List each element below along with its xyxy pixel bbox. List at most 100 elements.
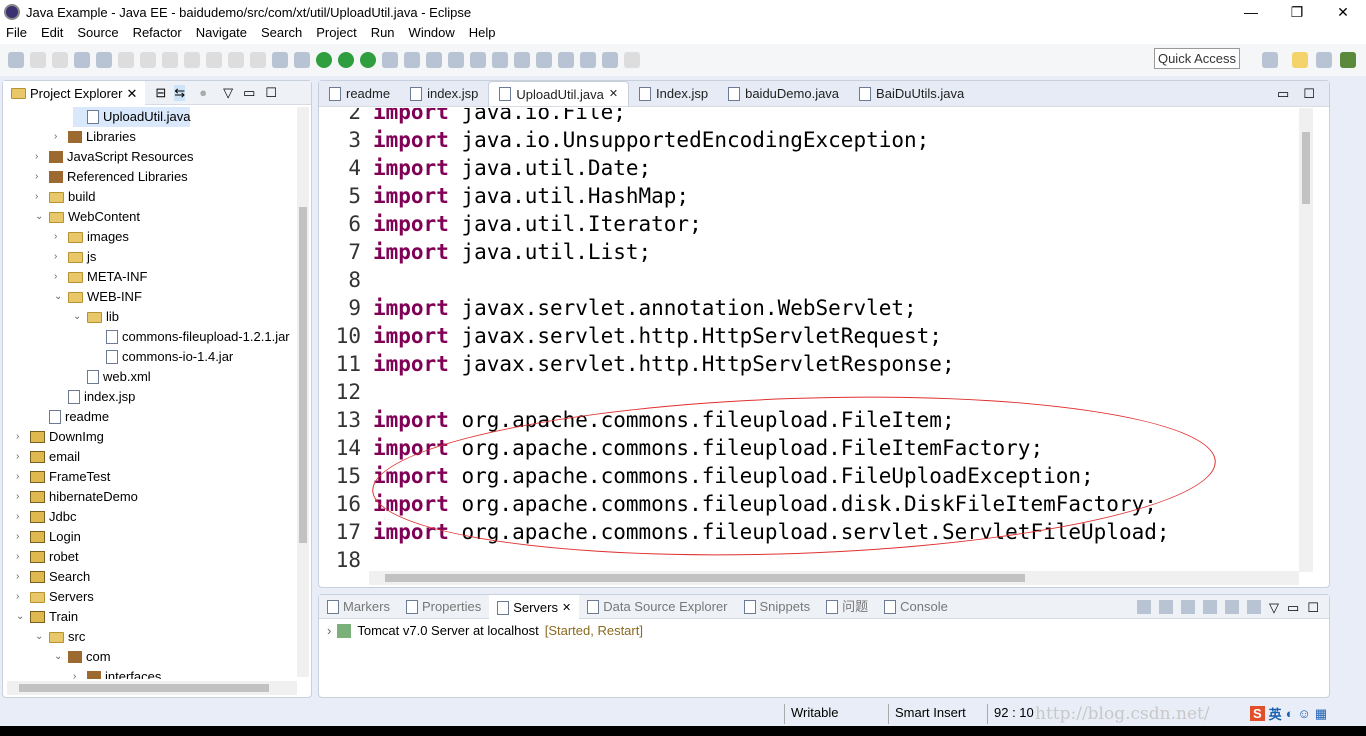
expand-chevron-icon[interactable]: › [16, 527, 26, 547]
expand-chevron-icon[interactable]: › [54, 227, 64, 247]
expand-chevron-icon[interactable]: › [73, 667, 83, 679]
expand-chevron-icon[interactable]: › [16, 507, 26, 527]
tab-console[interactable]: Console [876, 595, 956, 619]
menu-source[interactable]: Source [77, 24, 118, 44]
moon-icon[interactable]: ◐ [1286, 706, 1294, 721]
maximize-editor-icon[interactable]: ☐ [1303, 86, 1315, 102]
minimize-view-icon[interactable]: ▭ [1287, 600, 1299, 615]
menu-help[interactable]: Help [469, 24, 496, 44]
minimize-button[interactable]: — [1228, 0, 1274, 24]
tree-item[interactable]: ⌄ com [54, 647, 111, 667]
open-type-icon[interactable] [426, 52, 442, 68]
open-task-icon[interactable] [448, 52, 464, 68]
menu-run[interactable]: Run [371, 24, 395, 44]
run-server-icon[interactable] [360, 52, 376, 68]
close-icon[interactable]: ✕ [609, 82, 618, 107]
next-annotation-icon[interactable] [558, 52, 574, 68]
tree-item[interactable]: › Servers [16, 587, 94, 607]
expand-chevron-icon[interactable]: › [16, 447, 26, 467]
tree-item[interactable]: web.xml [73, 367, 151, 387]
open-perspective-icon[interactable] [1262, 52, 1278, 68]
close-button[interactable]: ✕ [1320, 0, 1366, 24]
tab-readme[interactable]: readme [319, 81, 400, 106]
emoji-icon[interactable]: ☺ [1298, 706, 1311, 721]
tree-item[interactable]: › Referenced Libraries [35, 167, 188, 187]
tree-item[interactable]: › hibernateDemo [16, 487, 138, 507]
drop-to-frame-icon[interactable] [272, 52, 288, 68]
expand-chevron-icon[interactable]: › [54, 127, 64, 147]
new-icon[interactable] [8, 52, 24, 68]
expand-chevron-icon[interactable]: › [16, 427, 26, 447]
new-web-service-icon[interactable] [382, 52, 398, 68]
tab-properties[interactable]: Properties [398, 595, 489, 619]
expand-chevron-icon[interactable]: › [35, 167, 45, 187]
tree-item[interactable]: › META-INF [54, 267, 147, 287]
globe-icon[interactable] [536, 52, 552, 68]
tab-baiduutils-java[interactable]: BaiDuUtils.java [849, 81, 974, 106]
tab-index-jsp[interactable]: index.jsp [400, 81, 488, 106]
tree-item[interactable]: › interfaces [73, 667, 161, 679]
profile-server-icon[interactable] [1203, 599, 1218, 614]
tab-uploadutil-java[interactable]: UploadUtil.java ✕ [488, 81, 630, 107]
tab-snippets[interactable]: Snippets [736, 595, 819, 619]
minimize-editor-icon[interactable]: ▭ [1277, 86, 1289, 102]
debug-icon[interactable] [316, 52, 332, 68]
menu-file[interactable]: File [6, 24, 27, 44]
tree-item[interactable]: commons-fileupload-1.2.1.jar [92, 327, 290, 347]
expand-chevron-icon[interactable]: › [327, 623, 331, 638]
ime-language[interactable]: 英 [1269, 704, 1282, 723]
toggle-annotation-icon[interactable] [492, 52, 508, 68]
view-menu-icon[interactable]: ▽ [223, 85, 233, 101]
debug-server-icon[interactable] [1159, 599, 1174, 614]
expand-chevron-icon[interactable]: › [16, 547, 26, 567]
terminal-icon[interactable] [74, 52, 90, 68]
prev-annotation-icon[interactable] [580, 52, 596, 68]
debug-perspective-icon[interactable] [1316, 52, 1332, 68]
tree-item[interactable]: › JavaScript Resources [35, 147, 193, 167]
minimize-view-icon[interactable]: ▭ [243, 85, 255, 101]
link-with-editor-icon[interactable]: ⇆ [174, 84, 186, 101]
tree-item[interactable]: index.jsp [54, 387, 135, 407]
server-row[interactable]: › Tomcat v7.0 Server at localhost [Start… [327, 623, 643, 638]
sogou-icon[interactable]: S [1250, 706, 1265, 721]
menu-project[interactable]: Project [316, 24, 356, 44]
disconnect-icon[interactable] [184, 52, 200, 68]
tree-item[interactable]: › robet [16, 547, 79, 567]
back-icon[interactable] [602, 52, 618, 68]
publish-icon[interactable] [1247, 599, 1262, 614]
run-icon[interactable] [338, 52, 354, 68]
menu-edit[interactable]: Edit [41, 24, 63, 44]
expand-chevron-icon[interactable]: ⌄ [16, 607, 26, 627]
expand-chevron-icon[interactable]: ⌄ [35, 627, 45, 647]
tree-horizontal-scrollbar[interactable] [7, 681, 297, 695]
filters-icon[interactable]: ● [199, 85, 207, 100]
menu-navigate[interactable]: Navigate [196, 24, 247, 44]
tab-baidudemo-java[interactable]: baiduDemo.java [718, 81, 849, 106]
tab-servers[interactable]: Servers ✕ [489, 594, 580, 619]
tree-vertical-scrollbar[interactable] [297, 107, 309, 677]
expand-chevron-icon[interactable]: › [16, 487, 26, 507]
tree-item[interactable]: ⌄ WEB-INF [54, 287, 142, 307]
expand-chevron-icon[interactable]: › [54, 247, 64, 267]
search-icon[interactable] [470, 52, 486, 68]
expand-chevron-icon[interactable]: ⌄ [54, 287, 64, 307]
save-all-icon[interactable] [52, 52, 68, 68]
tree-item[interactable]: UploadUtil.java [73, 107, 191, 127]
resume-icon[interactable] [118, 52, 134, 68]
stop-server-icon[interactable] [1225, 599, 1240, 614]
forward-icon[interactable] [624, 52, 640, 68]
tree-item[interactable]: › Search [16, 567, 90, 587]
tab-index-jsp[interactable]: Index.jsp [629, 81, 718, 106]
mark-occurrences-icon[interactable] [514, 52, 530, 68]
maximize-view-icon[interactable]: ☐ [1307, 600, 1319, 615]
expand-chevron-icon[interactable]: › [35, 147, 45, 167]
menu-refactor[interactable]: Refactor [133, 24, 182, 44]
editor-vertical-scrollbar[interactable] [1299, 108, 1313, 572]
tree-item[interactable]: ⌄ lib [73, 307, 119, 327]
tab-project-explorer[interactable]: Project Explorer ✕ [3, 80, 146, 105]
keyboard-icon[interactable]: ▦ [1315, 706, 1327, 722]
tree-item[interactable]: › FrameTest [16, 467, 110, 487]
tree-item[interactable]: › Jdbc [16, 507, 76, 527]
maximize-button[interactable]: ❐ [1274, 0, 1320, 24]
menu-window[interactable]: Window [409, 24, 455, 44]
